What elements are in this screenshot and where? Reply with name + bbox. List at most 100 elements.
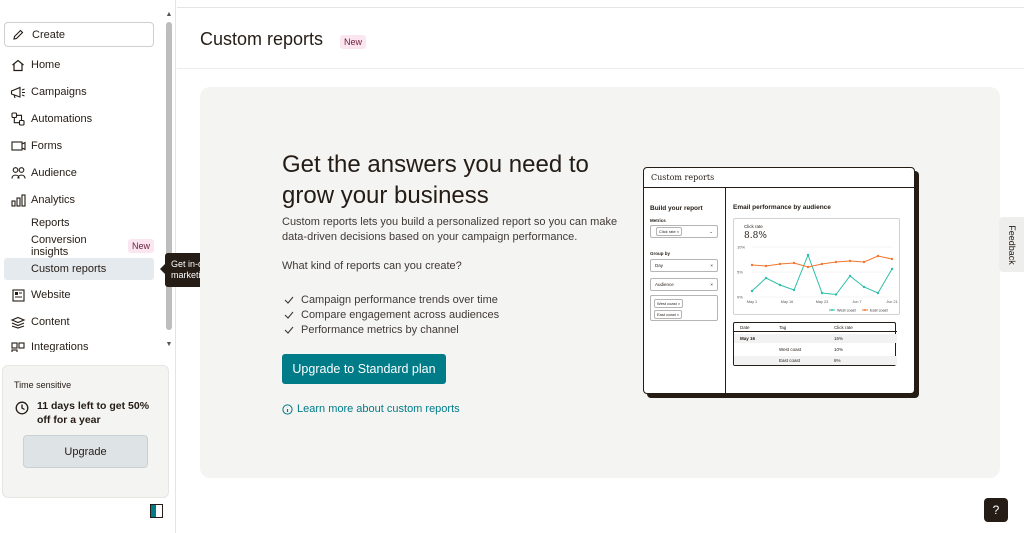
header-divider <box>177 68 1024 69</box>
table-row: East coast 6% <box>734 356 897 365</box>
table-header: Click rate <box>834 324 853 330</box>
audience-label: Audience <box>655 282 674 287</box>
sidebar: Create Home Campaigns Automations Forms … <box>0 0 176 533</box>
data-point <box>792 261 796 265</box>
clock-icon <box>15 401 29 415</box>
upgrade-button[interactable]: Upgrade <box>23 435 148 468</box>
website-icon <box>9 287 27 303</box>
data-point <box>890 257 894 261</box>
sidebar-item-analytics[interactable]: Analytics <box>4 189 154 211</box>
data-point <box>820 262 824 266</box>
help-button[interactable]: ? <box>984 498 1008 522</box>
table-cell: 16% <box>834 336 844 341</box>
time-sensitive-card: Time sensitive 11 days left to get 50% o… <box>2 365 169 498</box>
sidebar-item-audience[interactable]: Audience <box>4 162 154 184</box>
chip-label: West coast <box>657 301 677 306</box>
list-item: Campaign performance trends over time <box>284 292 499 307</box>
audience-select: Audience × <box>650 278 718 291</box>
sidebar-item-website[interactable]: Website <box>4 284 154 306</box>
y-tick-label: 5% <box>737 270 743 275</box>
audience-chips: West coast × East coast × <box>650 295 718 321</box>
data-point <box>834 293 838 296</box>
hero-question: What kind of reports can you create? <box>282 260 462 272</box>
data-point <box>820 291 824 295</box>
legend-marker <box>831 309 833 311</box>
check-icon <box>284 326 296 334</box>
sidebar-item-label: Home <box>31 59 61 71</box>
app-root: Create Home Campaigns Automations Forms … <box>0 0 1024 533</box>
sidebar-subitem-label: Conversion insights <box>31 234 87 258</box>
table-header-row: Date Tag Click rate <box>734 323 897 332</box>
create-button[interactable]: Create <box>4 22 154 47</box>
megaphone-icon <box>9 84 27 100</box>
scroll-up-arrow-icon[interactable]: ▲ <box>165 10 173 18</box>
hero-card: Get the answers you need to grow your bu… <box>200 87 1000 478</box>
table-row: May 16 16% <box>734 334 897 343</box>
feedback-tab[interactable]: Feedback <box>999 217 1024 272</box>
upgrade-to-standard-button[interactable]: Upgrade to Standard plan <box>282 354 446 384</box>
table-row: West coast 10% <box>734 345 897 354</box>
list-item-label: Compare engagement across audiences <box>301 308 500 321</box>
sidebar-item-campaigns[interactable]: Campaigns <box>4 81 154 103</box>
data-point <box>862 260 866 264</box>
data-point <box>764 276 768 280</box>
y-tick-label: 10% <box>737 245 745 250</box>
sidebar-item-home[interactable]: Home <box>4 54 154 76</box>
time-sensitive-label: Time sensitive <box>14 380 72 390</box>
table-cell: West coast <box>779 347 802 352</box>
new-badge: New <box>127 239 154 253</box>
sidebar-subitem-conversion-insights[interactable]: Conversion insights New <box>4 234 154 258</box>
series-line <box>751 255 893 268</box>
data-point <box>876 291 880 295</box>
learn-more-label: Learn more about custom reports <box>297 403 460 415</box>
time-sensitive-message: 11 days left to get 50% off for a year <box>37 400 150 426</box>
chart-title: Email performance by audience <box>733 204 831 211</box>
sidebar-subitem-custom-reports[interactable]: Custom reports <box>4 258 154 280</box>
data-point <box>806 265 810 269</box>
learn-more-link[interactable]: Learn more about custom reports <box>282 403 460 415</box>
table-header: Tag <box>779 324 787 330</box>
data-point <box>806 253 810 257</box>
check-icon <box>284 311 296 319</box>
data-table: Date Tag Click rate May 16 16% West coas… <box>733 322 897 366</box>
sidebar-item-label: Automations <box>31 113 93 125</box>
legend-label: East coast <box>870 308 889 312</box>
list-item: Compare engagement across audiences <box>284 307 499 322</box>
help-circle-icon <box>282 403 293 415</box>
sidebar-item-content[interactable]: Content <box>4 311 154 333</box>
x-tick-label: May 23 <box>816 300 828 304</box>
data-point <box>876 254 880 258</box>
list-item-label: Campaign performance trends over time <box>301 293 498 306</box>
sidebar-subitem-reports[interactable]: Reports <box>4 212 154 234</box>
illustration-chart-panel: Email performance by audience Click rate… <box>727 188 914 393</box>
line-chart: 10% 5% 0% May 1 May 16 May 23 Jun 7 Jun 21 West … <box>737 245 898 313</box>
sidebar-item-forms[interactable]: Forms <box>4 135 154 157</box>
feature-list: Campaign performance trends over time Co… <box>284 292 499 337</box>
chip-label: East coast <box>657 312 676 317</box>
sidebar-item-label: Forms <box>31 140 63 152</box>
audience-chip: West coast × <box>654 299 684 308</box>
custom-reports-illustration: Custom reports Build your report Metrics… <box>643 167 915 394</box>
audience-chip: East coast × <box>654 310 683 319</box>
scroll-down-arrow-icon[interactable]: ▼ <box>165 340 173 348</box>
forms-icon <box>9 138 27 154</box>
collapse-sidebar-icon[interactable] <box>150 504 163 518</box>
table-cell: East coast <box>779 358 801 363</box>
sidebar-item-automations[interactable]: Automations <box>4 108 154 130</box>
pencil-icon <box>13 29 24 40</box>
sidebar-subitem-label: Custom reports <box>31 263 107 275</box>
check-icon <box>284 296 296 304</box>
illustration-builder-panel: Build your report Metrics Click rate × ⌄ … <box>644 188 726 393</box>
metric-chip-label: Click rate <box>659 229 676 234</box>
sidebar-item-integrations[interactable]: Integrations <box>4 338 154 352</box>
top-bar <box>177 0 1024 8</box>
table-cell: May 16 <box>740 336 756 341</box>
hero-description: Custom reports lets you build a personal… <box>282 216 618 243</box>
x-tick-label: Jun 21 <box>886 300 897 304</box>
data-point <box>792 288 796 292</box>
sidebar-item-label: Audience <box>31 167 77 179</box>
chart-card: Click rate 8.8% 10% 5% 0% May 1 May 16 May 23… <box>733 218 900 315</box>
metrics-label: Metrics <box>650 218 666 223</box>
group-by-value: Day <box>655 263 664 268</box>
group-by-select: Day × <box>650 259 718 272</box>
